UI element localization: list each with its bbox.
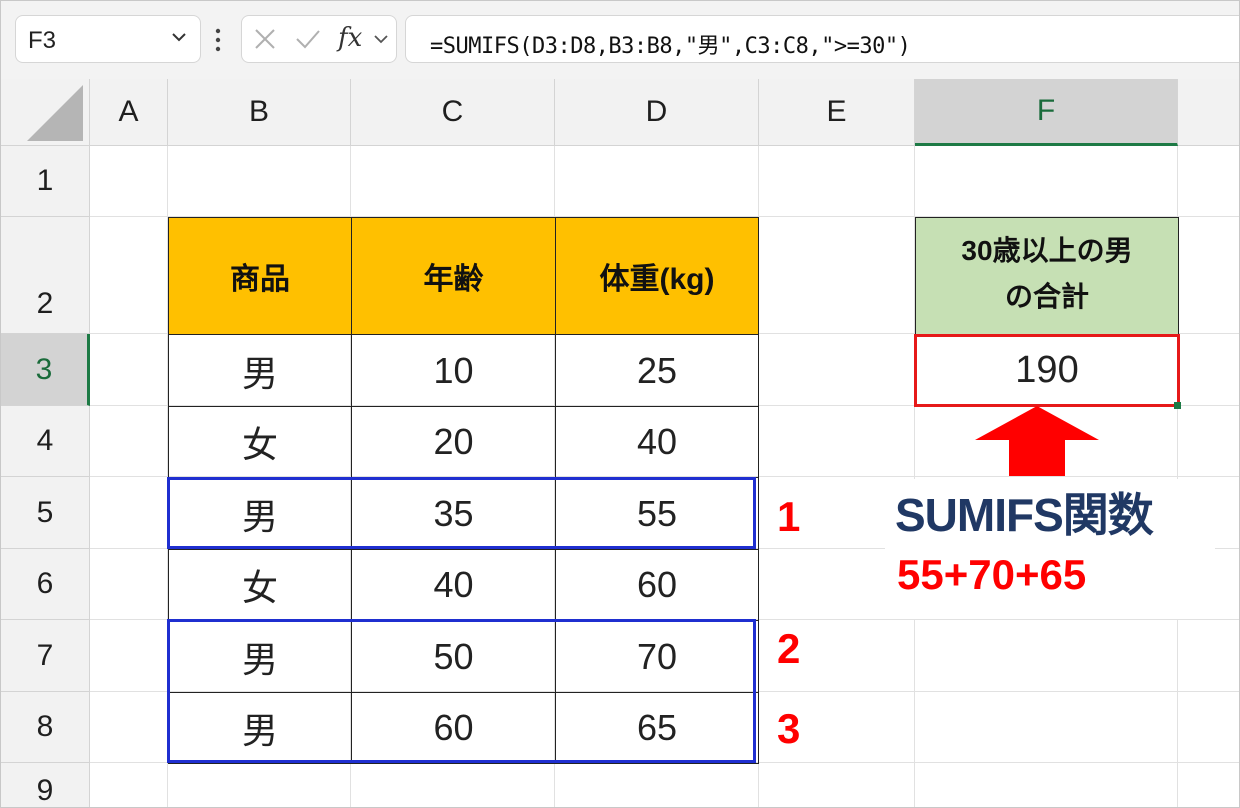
match-marker: 3 — [777, 705, 801, 752]
worksheet-grid: A B C D E F 1 2 3 4 5 6 7 8 9 商品 年齢 体重(k… — [1, 79, 1239, 807]
name-box[interactable]: F3 — [15, 15, 201, 63]
table-header-cell[interactable]: 体重(kg) — [555, 217, 759, 335]
row-header-1[interactable]: 1 — [1, 146, 90, 217]
name-box-value: F3 — [28, 27, 57, 54]
select-all-button[interactable] — [1, 79, 90, 146]
insert-function-icon[interactable]: fx — [338, 23, 362, 53]
fill-handle[interactable] — [1174, 402, 1181, 409]
column-header-e[interactable]: E — [759, 79, 915, 146]
more-options-icon[interactable] — [213, 27, 223, 53]
result-header-cell[interactable]: 30歳以上の男 の合計 — [915, 217, 1179, 335]
row-header-6[interactable]: 6 — [1, 549, 90, 620]
formula-bar: F3 fx =SUMIFS(D3:D8,B3:B8,"男",C3:C8,">=3… — [1, 1, 1239, 79]
result-value-cell[interactable]: 190 — [914, 334, 1180, 407]
column-header-c[interactable]: C — [351, 79, 555, 146]
column-header-b[interactable]: B — [168, 79, 351, 146]
row-header-8[interactable]: 8 — [1, 692, 90, 763]
chevron-down-icon[interactable] — [372, 30, 390, 48]
table-header-cell[interactable]: 商品 — [168, 217, 352, 335]
chevron-down-icon[interactable] — [168, 26, 190, 48]
highlight-box — [167, 619, 756, 763]
enter-check-icon[interactable] — [294, 26, 322, 52]
row-header-3[interactable]: 3 — [1, 334, 90, 406]
table-cell[interactable]: 女 — [168, 406, 352, 478]
formula-text: =SUMIFS(D3:D8,B3:B8,"男",C3:C8,">=30") — [430, 34, 911, 59]
select-all-triangle-icon — [27, 85, 83, 141]
match-marker: 1 — [777, 493, 801, 540]
row-header-2[interactable]: 2 — [1, 217, 90, 334]
match-marker: 2 — [777, 625, 801, 672]
annotation-title: SUMIFS関数 — [895, 489, 1154, 541]
annotation-box: SUMIFS関数 55+70+65 — [885, 479, 1215, 619]
table-cell[interactable]: 男 — [168, 334, 352, 407]
table-cell[interactable]: 20 — [351, 406, 556, 478]
result-header-line: の合計 — [1004, 281, 1089, 312]
row-header-7[interactable]: 7 — [1, 620, 90, 692]
column-header-a[interactable]: A — [90, 79, 168, 146]
formula-buttons: fx — [241, 15, 397, 63]
highlight-box — [167, 477, 756, 549]
result-header-line: 30歳以上の男 — [961, 235, 1133, 266]
column-header-d[interactable]: D — [555, 79, 759, 146]
table-cell[interactable]: 40 — [351, 549, 556, 621]
table-cell[interactable]: 10 — [351, 334, 556, 407]
row-header-4[interactable]: 4 — [1, 406, 90, 477]
table-cell[interactable]: 女 — [168, 549, 352, 621]
up-arrow-icon — [975, 406, 1099, 476]
formula-input[interactable]: =SUMIFS(D3:D8,B3:B8,"男",C3:C8,">=30") — [405, 15, 1239, 63]
table-header-cell[interactable]: 年齢 — [351, 217, 556, 335]
row-header-5[interactable]: 5 — [1, 477, 90, 549]
table-cell[interactable]: 60 — [555, 549, 759, 621]
cancel-icon[interactable] — [252, 26, 278, 52]
table-cell[interactable]: 25 — [555, 334, 759, 407]
annotation-expression: 55+70+65 — [897, 551, 1087, 598]
row-header-9[interactable]: 9 — [1, 763, 90, 807]
column-header-g[interactable] — [1178, 79, 1239, 146]
column-header-f[interactable]: F — [915, 79, 1178, 146]
table-cell[interactable]: 40 — [555, 406, 759, 478]
excel-window: F3 fx =SUMIFS(D3:D8,B3:B8,"男",C3:C8,">=3… — [0, 0, 1240, 808]
